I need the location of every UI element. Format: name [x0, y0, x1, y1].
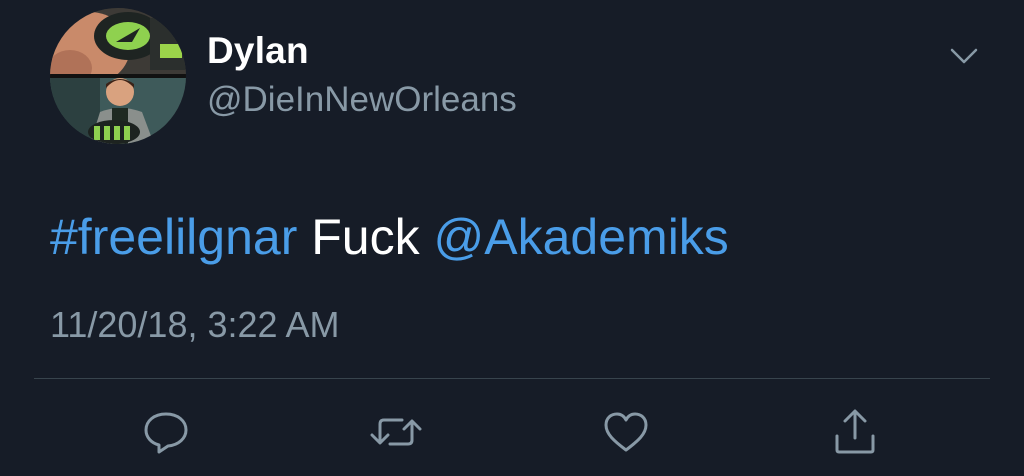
- user-handle[interactable]: @DieInNewOrleans: [207, 80, 517, 120]
- like-button[interactable]: [598, 404, 654, 460]
- tweet-detail: Dylan @DieInNewOrleans #freelilgnar Fuck…: [0, 0, 1024, 476]
- heart-icon: [604, 412, 648, 452]
- reply-icon: [144, 412, 188, 454]
- chevron-down-icon[interactable]: [944, 38, 984, 74]
- retweet-icon: [370, 418, 422, 446]
- tweet-text: #freelilgnar Fuck @Akademiks: [50, 208, 729, 266]
- display-name[interactable]: Dylan: [207, 30, 309, 72]
- timestamp[interactable]: 11/20/18, 3:22 AM: [50, 304, 340, 346]
- hashtag-link[interactable]: #freelilgnar: [50, 209, 297, 265]
- retweet-button[interactable]: [368, 404, 424, 460]
- divider: [34, 378, 990, 379]
- share-icon: [835, 409, 875, 454]
- share-button[interactable]: [827, 404, 883, 460]
- avatar[interactable]: [50, 8, 186, 144]
- tweet-body-text: Fuck: [297, 209, 434, 265]
- cartoon-avatar-image: [50, 8, 186, 144]
- reply-button[interactable]: [138, 404, 194, 460]
- mention-link[interactable]: @Akademiks: [434, 209, 729, 265]
